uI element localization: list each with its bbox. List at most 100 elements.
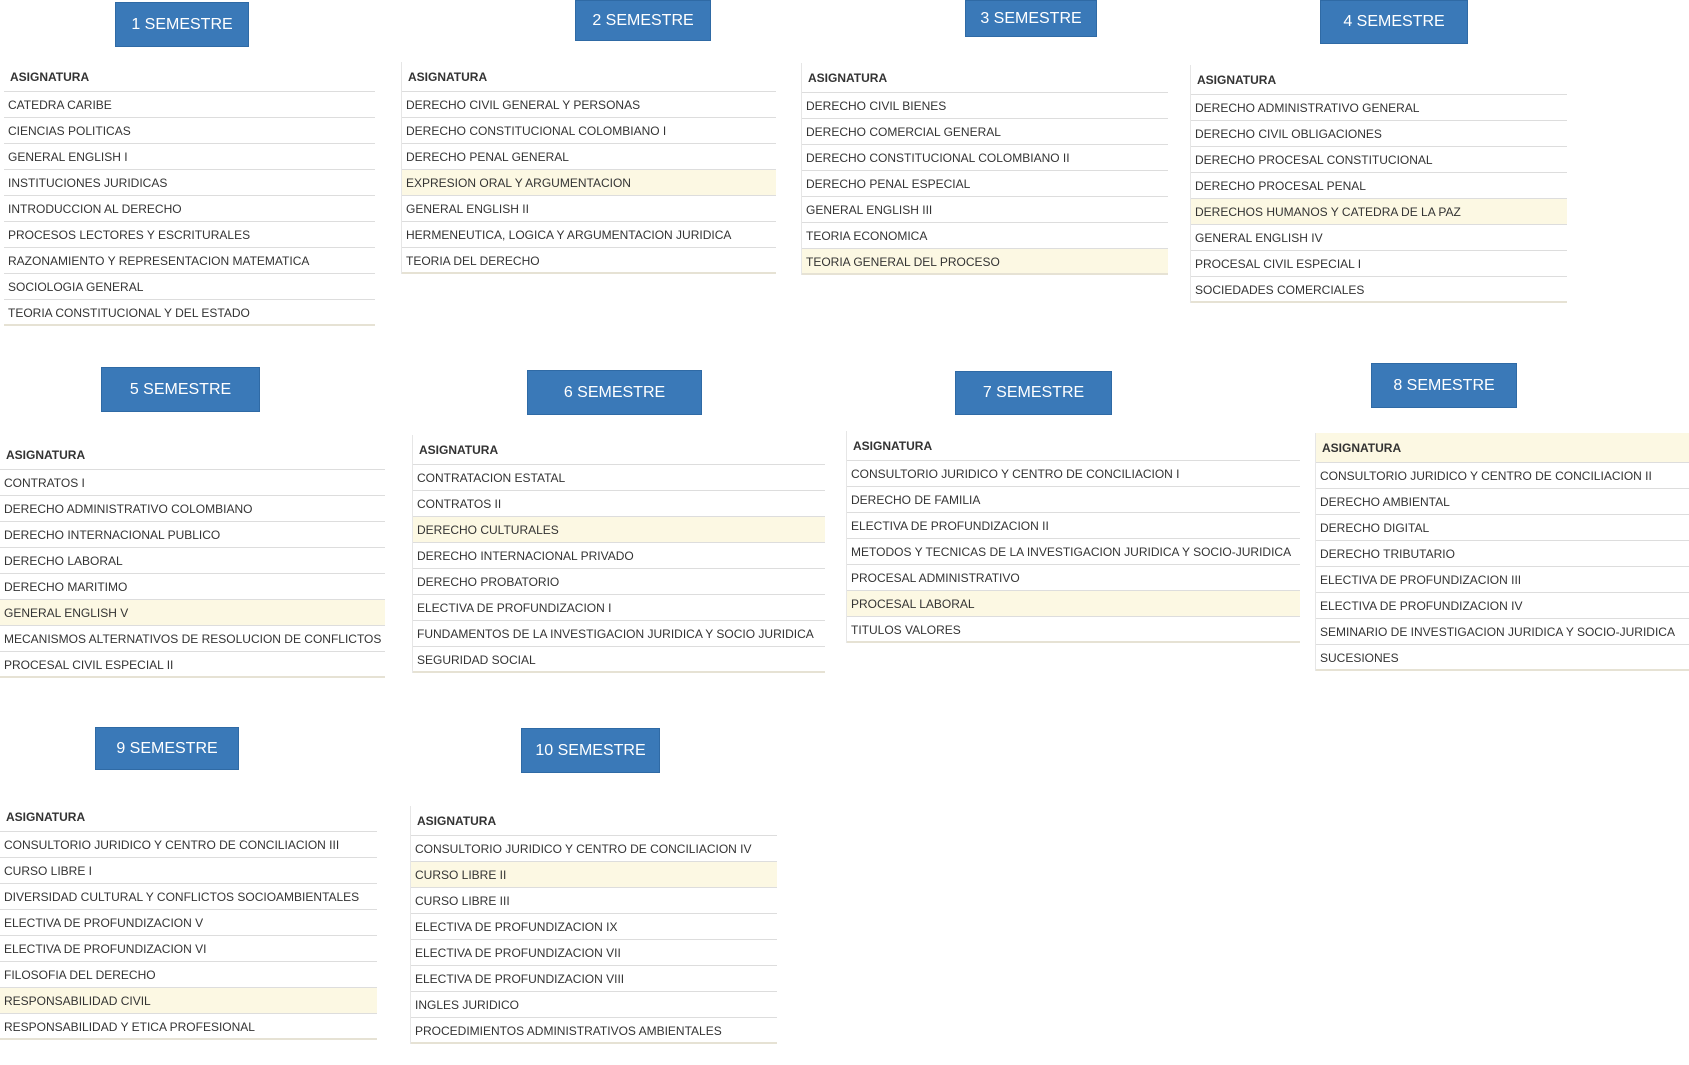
course-row: PROCESAL CIVIL ESPECIAL II (0, 652, 385, 678)
semester-1-button[interactable]: 1 SEMESTRE (115, 2, 249, 47)
course-row: CURSO LIBRE III (411, 888, 777, 914)
course-row: SEGURIDAD SOCIAL (413, 647, 825, 673)
course-row: EXPRESION ORAL Y ARGUMENTACION (402, 170, 776, 196)
course-row: DERECHO PENAL GENERAL (402, 144, 776, 170)
course-row: DERECHO CONSTITUCIONAL COLOMBIANO I (402, 118, 776, 144)
course-row: SOCIOLOGIA GENERAL (4, 274, 375, 300)
course-row: INTRODUCCION AL DERECHO (4, 196, 375, 222)
table-header-asignatura: ASIGNATURA (1191, 65, 1567, 95)
table-header-asignatura: ASIGNATURA (411, 806, 777, 836)
course-row: DERECHO CIVIL OBLIGACIONES (1191, 121, 1567, 147)
course-row: GENERAL ENGLISH II (402, 196, 776, 222)
course-row: SOCIEDADES COMERCIALES (1191, 277, 1567, 303)
course-row: DERECHO PROCESAL PENAL (1191, 173, 1567, 199)
course-row: ELECTIVA DE PROFUNDIZACION VII (411, 940, 777, 966)
table-header-asignatura: ASIGNATURA (802, 63, 1168, 93)
course-row: CONSULTORIO JURIDICO Y CENTRO DE CONCILI… (1316, 463, 1689, 489)
course-row: HERMENEUTICA, LOGICA Y ARGUMENTACION JUR… (402, 222, 776, 248)
table-header-asignatura: ASIGNATURA (0, 802, 377, 832)
semester-10-button[interactable]: 10 SEMESTRE (521, 728, 660, 773)
course-row: DERECHO MARITIMO (0, 574, 385, 600)
course-row: INGLES JURIDICO (411, 992, 777, 1018)
semester-7-course-table: ASIGNATURA CONSULTORIO JURIDICO Y CENTRO … (846, 431, 1300, 643)
semester-2-course-table: ASIGNATURA DERECHO CIVIL GENERAL Y PERSON… (401, 62, 776, 274)
course-row: MECANISMOS ALTERNATIVOS DE RESOLUCION DE… (0, 626, 385, 652)
course-row: GENERAL ENGLISH III (802, 197, 1168, 223)
course-row: DERECHO ADMINISTRATIVO GENERAL (1191, 95, 1567, 121)
course-row: RESPONSABILIDAD Y ETICA PROFESIONAL (0, 1014, 377, 1040)
semester-7-button[interactable]: 7 SEMESTRE (955, 371, 1112, 415)
course-row: CONSULTORIO JURIDICO Y CENTRO DE CONCILI… (0, 832, 377, 858)
semester-5-button[interactable]: 5 SEMESTRE (101, 367, 260, 412)
semester-6-course-table: ASIGNATURA CONTRATACION ESTATAL CONTRATOS … (412, 435, 825, 673)
course-row: INSTITUCIONES JURIDICAS (4, 170, 375, 196)
course-row: ELECTIVA DE PROFUNDIZACION VI (0, 936, 377, 962)
table-header-asignatura: ASIGNATURA (402, 62, 776, 92)
course-row: DERECHO AMBIENTAL (1316, 489, 1689, 515)
course-row: DERECHO DE FAMILIA (847, 487, 1300, 513)
semester-2-button[interactable]: 2 SEMESTRE (575, 0, 711, 41)
semester-8-button[interactable]: 8 SEMESTRE (1371, 363, 1517, 408)
course-row: DERECHO CIVIL GENERAL Y PERSONAS (402, 92, 776, 118)
course-row: ELECTIVA DE PROFUNDIZACION II (847, 513, 1300, 539)
course-row: ELECTIVA DE PROFUNDIZACION III (1316, 567, 1689, 593)
semester-9-button[interactable]: 9 SEMESTRE (95, 727, 239, 770)
course-row: TEORIA GENERAL DEL PROCESO (802, 249, 1168, 275)
semester-3-button[interactable]: 3 SEMESTRE (965, 0, 1097, 37)
course-row: DERECHO PENAL ESPECIAL (802, 171, 1168, 197)
course-row: METODOS Y TECNICAS DE LA INVESTIGACION J… (847, 539, 1300, 565)
course-row: CONSULTORIO JURIDICO Y CENTRO DE CONCILI… (411, 836, 777, 862)
table-header-asignatura: ASIGNATURA (847, 431, 1300, 461)
course-row: CURSO LIBRE II (411, 862, 777, 888)
course-row: GENERAL ENGLISH I (4, 144, 375, 170)
course-row: DERECHO COMERCIAL GENERAL (802, 119, 1168, 145)
course-row: DERECHO CONSTITUCIONAL COLOMBIANO II (802, 145, 1168, 171)
course-row: ELECTIVA DE PROFUNDIZACION VIII (411, 966, 777, 992)
table-header-asignatura: ASIGNATURA (4, 62, 375, 92)
semester-6-button[interactable]: 6 SEMESTRE (527, 370, 702, 415)
course-row: SEMINARIO DE INVESTIGACION JURIDICA Y SO… (1316, 619, 1689, 645)
course-row: ELECTIVA DE PROFUNDIZACION IV (1316, 593, 1689, 619)
course-row: SUCESIONES (1316, 645, 1689, 671)
semester-10-course-table: ASIGNATURA CONSULTORIO JURIDICO Y CENTRO … (410, 806, 777, 1044)
course-row: TEORIA DEL DERECHO (402, 248, 776, 274)
semester-4-course-table: ASIGNATURA DERECHO ADMINISTRATIVO GENERAL… (1190, 65, 1567, 303)
course-row: PROCESAL LABORAL (847, 591, 1300, 617)
course-row: DERECHO INTERNACIONAL PRIVADO (413, 543, 825, 569)
course-row: FILOSOFIA DEL DERECHO (0, 962, 377, 988)
course-row: DERECHO CIVIL BIENES (802, 93, 1168, 119)
course-row: CIENCIAS POLITICAS (4, 118, 375, 144)
course-row: DERECHO INTERNACIONAL PUBLICO (0, 522, 385, 548)
course-row: TEORIA ECONOMICA (802, 223, 1168, 249)
semester-3-course-table: ASIGNATURA DERECHO CIVIL BIENES DERECHO CO… (801, 63, 1168, 275)
course-row: TITULOS VALORES (847, 617, 1300, 643)
course-row: FUNDAMENTOS DE LA INVESTIGACION JURIDICA… (413, 621, 825, 647)
course-row: DERECHO DIGITAL (1316, 515, 1689, 541)
course-row: TEORIA CONSTITUCIONAL Y DEL ESTADO (4, 300, 375, 326)
course-row: CONTRATOS I (0, 470, 385, 496)
course-row: DERECHO LABORAL (0, 548, 385, 574)
course-row: CONTRATOS II (413, 491, 825, 517)
course-row: PROCESOS LECTORES Y ESCRITURALES (4, 222, 375, 248)
course-row: GENERAL ENGLISH IV (1191, 225, 1567, 251)
table-header-asignatura: ASIGNATURA (1316, 433, 1689, 463)
semester-1-course-table: ASIGNATURA CATEDRA CARIBE CIENCIAS POLITIC… (4, 62, 375, 326)
course-row: DERECHOS HUMANOS Y CATEDRA DE LA PAZ (1191, 199, 1567, 225)
course-row: CATEDRA CARIBE (4, 92, 375, 118)
course-row: ELECTIVA DE PROFUNDIZACION I (413, 595, 825, 621)
course-row: RESPONSABILIDAD CIVIL (0, 988, 377, 1014)
table-header-asignatura: ASIGNATURA (413, 435, 825, 465)
semester-4-button[interactable]: 4 SEMESTRE (1320, 0, 1468, 44)
course-row: GENERAL ENGLISH V (0, 600, 385, 626)
course-row: DERECHO TRIBUTARIO (1316, 541, 1689, 567)
course-row: PROCESAL ADMINISTRATIVO (847, 565, 1300, 591)
semester-8-course-table: ASIGNATURA CONSULTORIO JURIDICO Y CENTRO … (1315, 433, 1689, 671)
course-row: CURSO LIBRE I (0, 858, 377, 884)
table-header-asignatura: ASIGNATURA (0, 440, 385, 470)
semester-5-course-table: ASIGNATURA CONTRATOS I DERECHO ADMINISTRAT… (0, 440, 385, 678)
course-row: ELECTIVA DE PROFUNDIZACION V (0, 910, 377, 936)
course-row: DERECHO PROCESAL CONSTITUCIONAL (1191, 147, 1567, 173)
course-row: CONTRATACION ESTATAL (413, 465, 825, 491)
course-row: CONSULTORIO JURIDICO Y CENTRO DE CONCILI… (847, 461, 1300, 487)
course-row: ELECTIVA DE PROFUNDIZACION IX (411, 914, 777, 940)
